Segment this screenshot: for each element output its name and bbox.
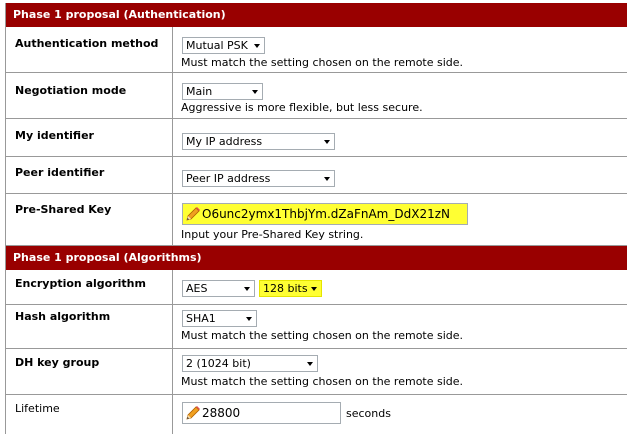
encryption-algorithm-value: AES [186, 282, 208, 295]
authentication-method-hint: Must match the setting chosen on the rem… [181, 56, 464, 69]
lifetime-unit: seconds [346, 407, 391, 420]
row-negotiation-mode: Negotiation mode Main Aggressive is more… [6, 73, 627, 119]
my-identifier-label: My identifier [15, 129, 94, 142]
hash-algorithm-select[interactable]: SHA1 [182, 310, 257, 327]
peer-identifier-value: Peer IP address [186, 172, 271, 185]
value-cell: AES 128 bits [173, 270, 627, 304]
label-cell: Pre-Shared Key [6, 194, 173, 245]
pre-shared-key-label: Pre-Shared Key [15, 203, 112, 216]
chevron-down-icon [324, 177, 330, 181]
chevron-down-icon [246, 317, 252, 321]
chevron-down-icon [311, 287, 317, 291]
pencil-icon [186, 207, 200, 221]
label-cell: DH key group [6, 349, 173, 394]
label-cell: Lifetime [6, 395, 173, 434]
value-cell: SHA1 Must match the setting chosen on th… [173, 305, 627, 348]
value-cell: My IP address [173, 119, 627, 156]
authentication-method-value: Mutual PSK [186, 39, 248, 52]
peer-identifier-label: Peer identifier [15, 166, 105, 179]
pre-shared-key-input[interactable]: O6unc2ymx1ThbjYm.dZaFnAm_DdX21zN [182, 203, 468, 225]
lifetime-input[interactable]: 28800 [182, 402, 341, 424]
row-pre-shared-key: Pre-Shared Key O6unc2ymx1ThbjYm.dZaFnAm_… [6, 194, 627, 246]
row-encryption-algorithm: Encryption algorithm AES 128 bits [6, 270, 627, 305]
dh-key-group-hint: Must match the setting chosen on the rem… [181, 375, 464, 388]
label-cell: My identifier [6, 119, 173, 156]
encryption-algorithm-select[interactable]: AES [182, 280, 255, 297]
value-cell: Main Aggressive is more flexible, but le… [173, 73, 627, 118]
dh-key-group-select[interactable]: 2 (1024 bit) [182, 355, 318, 372]
dh-key-group-label: DH key group [15, 356, 100, 369]
value-cell: Peer IP address [173, 157, 627, 193]
value-cell: 2 (1024 bit) Must match the setting chos… [173, 349, 627, 394]
authentication-method-select[interactable]: Mutual PSK [182, 37, 265, 54]
my-identifier-select[interactable]: My IP address [182, 133, 335, 150]
row-lifetime: Lifetime 28800 seconds [6, 395, 627, 434]
section-header-algorithms: Phase 1 proposal (Algorithms) [6, 246, 627, 270]
row-dh-key-group: DH key group 2 (1024 bit) Must match the… [6, 349, 627, 395]
label-cell: Negotiation mode [6, 73, 173, 118]
lifetime-label: Lifetime [15, 402, 60, 415]
section-header-authentication: Phase 1 proposal (Authentication) [6, 3, 627, 27]
my-identifier-value: My IP address [186, 135, 263, 148]
row-peer-identifier: Peer identifier Peer IP address [6, 157, 627, 194]
chevron-down-icon [252, 90, 258, 94]
chevron-down-icon [324, 140, 330, 144]
key-length-select[interactable]: 128 bits [259, 280, 322, 297]
pre-shared-key-value: O6unc2ymx1ThbjYm.dZaFnAm_DdX21zN [202, 207, 450, 221]
value-cell: Mutual PSK Must match the setting chosen… [173, 27, 627, 72]
ipsec-phase1-form: Phase 1 proposal (Authentication) Authen… [5, 3, 627, 434]
encryption-algorithm-label: Encryption algorithm [15, 277, 146, 290]
chevron-down-icon [254, 44, 260, 48]
negotiation-mode-label: Negotiation mode [15, 84, 127, 97]
dh-key-group-value: 2 (1024 bit) [186, 357, 251, 370]
label-cell: Peer identifier [6, 157, 173, 193]
lifetime-value: 28800 [202, 406, 241, 420]
pencil-icon [186, 406, 200, 420]
hash-algorithm-hint: Must match the setting chosen on the rem… [181, 329, 464, 342]
row-authentication-method: Authentication method Mutual PSK Must ma… [6, 27, 627, 73]
negotiation-mode-hint: Aggressive is more flexible, but less se… [181, 101, 423, 114]
chevron-down-icon [307, 362, 313, 366]
negotiation-mode-value: Main [186, 85, 213, 98]
value-cell: 28800 seconds [173, 395, 627, 434]
row-my-identifier: My identifier My IP address [6, 119, 627, 157]
chevron-down-icon [244, 287, 250, 291]
label-cell: Authentication method [6, 27, 173, 72]
value-cell: O6unc2ymx1ThbjYm.dZaFnAm_DdX21zN Input y… [173, 194, 627, 245]
row-hash-algorithm: Hash algorithm SHA1 Must match the setti… [6, 305, 627, 349]
hash-algorithm-label: Hash algorithm [15, 310, 111, 323]
pre-shared-key-hint: Input your Pre-Shared Key string. [181, 228, 364, 241]
label-cell: Hash algorithm [6, 305, 173, 348]
label-cell: Encryption algorithm [6, 270, 173, 304]
authentication-method-label: Authentication method [15, 37, 159, 50]
negotiation-mode-select[interactable]: Main [182, 83, 263, 100]
hash-algorithm-value: SHA1 [186, 312, 216, 325]
peer-identifier-select[interactable]: Peer IP address [182, 170, 335, 187]
key-length-value: 128 bits [263, 282, 308, 295]
